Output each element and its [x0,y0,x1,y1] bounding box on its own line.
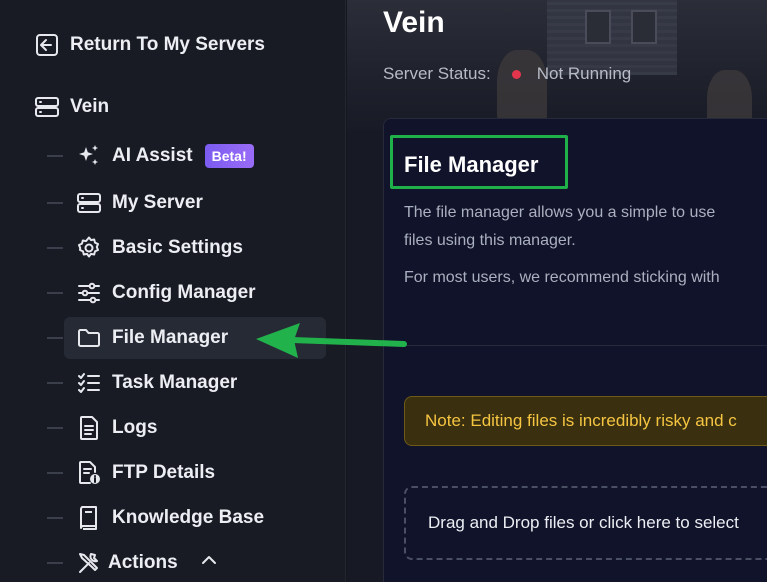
divider [384,345,767,346]
server-icon [34,94,60,120]
banner-art [585,10,611,44]
tree-dash [47,561,63,564]
book-icon [76,505,102,531]
sidebar-item-label: Task Manager [112,372,238,393]
dropzone-text: Drag and Drop files or click here to sel… [428,513,739,532]
document-icon [76,415,102,441]
sparkles-icon [76,143,102,169]
sidebar-item-basic-settings[interactable]: Basic Settings [64,227,326,269]
gear-icon [76,235,102,261]
sidebar-item-ai-assist[interactable]: AI Assist Beta! [64,135,326,177]
arrow-left-box-icon [34,32,60,58]
nav-row: Task Manager [0,360,346,405]
description-line: The file manager allows you a simple to … [404,204,716,221]
return-label: Return To My Servers [70,34,265,55]
status-dot-icon [511,69,521,79]
annotation-arrow-icon [256,323,407,358]
sidebar-item-label: AI Assist [112,145,193,166]
tree-dash [47,471,63,474]
nav-row: My Server [0,180,346,225]
folder-icon [76,325,102,351]
file-dropzone[interactable]: Drag and Drop files or click here to sel… [404,486,767,560]
sidebar-item-label: Basic Settings [112,237,243,258]
recommendation-text: For most users, we recommend sticking wi… [404,269,720,286]
sidebar-item-knowledge-base[interactable]: Knowledge Base [64,497,326,539]
page-title: Vein [383,6,445,39]
description-line: files using this manager. [404,232,576,249]
sidebar-item-logs[interactable]: Logs [64,407,326,449]
tree-dash [47,246,63,249]
tools-icon [76,550,102,576]
sidebar-item-ftp-details[interactable]: FTP Details [64,452,326,494]
main-content: Vein Server Status: Not Running File Man… [347,0,767,582]
status-label: Server Status: [383,64,491,83]
nav-row: AI Assist Beta! [0,133,346,178]
file-manager-title: File Manager [404,152,539,177]
tree-dash [47,516,63,519]
nav-row: Knowledge Base [0,495,346,540]
sidebar-item-label: Actions [108,552,178,573]
return-to-servers-link[interactable]: Return To My Servers [34,30,265,60]
server-icon [76,190,102,216]
sidebar-item-label: My Server [112,192,203,213]
tree-dash [47,201,63,204]
banner-art [631,10,657,44]
sidebar-item-config-manager[interactable]: Config Manager [64,272,326,314]
nav-row: Logs [0,405,346,450]
file-manager-description: The file manager allows you a simple to … [404,199,767,255]
sidebar-item-label: FTP Details [112,462,216,483]
server-name: Vein [70,96,110,117]
sidebar-item-label: Config Manager [112,282,256,303]
checklist-icon [76,370,102,396]
sidebar-item-task-manager[interactable]: Task Manager [64,362,326,404]
nav-row: FTP Details [0,450,346,495]
sidebar-item-actions[interactable]: Actions [64,542,326,582]
sidebar: Return To My Servers Vein AI Assist Beta… [0,0,346,582]
nav-row: Config Manager [0,270,346,315]
sidebar-item-label: Knowledge Base [112,507,265,528]
chevron-up-icon[interactable] [200,551,218,575]
status-value: Not Running [536,64,632,83]
tree-dash [47,154,63,157]
hero-banner: Vein Server Status: Not Running [347,0,767,130]
file-info-icon [76,460,102,486]
server-status: Server Status: Not Running [383,64,631,84]
tree-dash [47,291,63,294]
tree-dash [47,426,63,429]
file-manager-card: File Manager The file manager allows you… [383,118,767,582]
sidebar-item-label: File Manager [112,327,229,348]
beta-badge: Beta! [204,144,254,168]
tree-dash [47,336,63,339]
server-heading[interactable]: Vein [34,92,109,122]
warning-note: Note: Editing files is incredibly risky … [404,396,767,446]
sidebar-item-my-server[interactable]: My Server [64,182,326,224]
warning-note-text: Note: Editing files is incredibly risky … [425,411,737,430]
nav-row: Actions [0,540,346,582]
sliders-icon [76,280,102,306]
tree-dash [47,381,63,384]
nav-row: Basic Settings [0,225,346,270]
sidebar-item-label: Logs [112,417,158,438]
